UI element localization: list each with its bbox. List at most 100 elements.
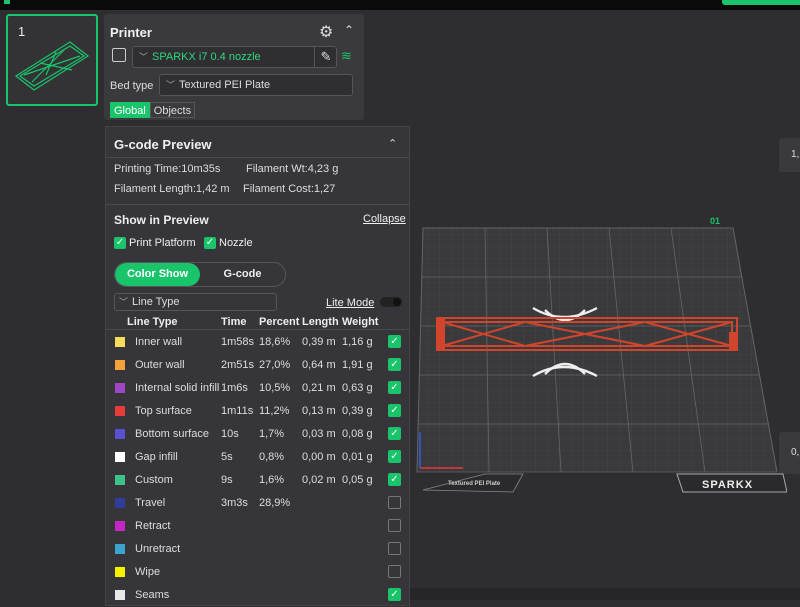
cell-length: 0,13 m xyxy=(302,405,336,417)
visibility-checkbox[interactable]: ✓ xyxy=(388,358,401,371)
printer-select[interactable]: ﹀ SPARKX i7 0.4 nozzle xyxy=(132,46,337,68)
color-swatch xyxy=(115,567,125,577)
color-swatch xyxy=(115,406,125,416)
app-logo xyxy=(4,0,10,4)
cell-name: Custom xyxy=(135,474,173,486)
visibility-checkbox[interactable] xyxy=(388,565,401,578)
cell-name: Seams xyxy=(135,589,170,601)
bed-type-value: Textured PEI Plate xyxy=(179,79,271,91)
print-platform-label: Print Platform xyxy=(129,237,196,249)
line-type-row: Travel 3m3s 28,9% xyxy=(106,492,409,515)
line-type-select[interactable]: ﹀ Line Type xyxy=(114,293,277,311)
bed-type-label: Bed type xyxy=(110,80,154,92)
header-line-type: Line Type xyxy=(127,316,178,328)
tab-global[interactable]: Global xyxy=(110,102,150,118)
color-swatch xyxy=(115,544,125,554)
gcode-title: G-code Preview xyxy=(114,137,212,152)
title-bar-accent[interactable] xyxy=(722,0,800,5)
line-type-row: Outer wall 2m51s 27,0% 0,64 m 1,91 g ✓ xyxy=(106,354,409,377)
cell-weight: 1,16 g xyxy=(342,336,373,348)
color-swatch xyxy=(115,360,125,370)
visibility-checkbox[interactable]: ✓ xyxy=(388,404,401,417)
cell-percent: 11,2% xyxy=(259,405,290,417)
plate-type-text: Textured PEI Plate xyxy=(448,481,501,487)
lite-mode-label: Lite Mode xyxy=(326,297,375,309)
tab-objects[interactable]: Objects xyxy=(149,102,196,118)
divider xyxy=(106,157,409,158)
printer-icon xyxy=(112,48,126,62)
header-percent: Percent xyxy=(259,316,300,328)
filament-length: Filament Length:1,42 m xyxy=(114,183,230,195)
line-type-row: Gap infill 5s 0,8% 0,00 m 0,01 g ✓ xyxy=(106,446,409,469)
right-tab-top-value: 1, xyxy=(791,149,800,160)
line-type-row: Top surface 1m11s 11,2% 0,13 m 0,39 g ✓ xyxy=(106,400,409,423)
cell-percent: 18,6% xyxy=(259,336,291,348)
cell-percent: 10,5% xyxy=(259,382,291,394)
visibility-checkbox[interactable]: ✓ xyxy=(388,335,401,348)
visibility-checkbox[interactable]: ✓ xyxy=(388,427,401,440)
color-show-button[interactable]: Color Show xyxy=(115,263,200,286)
collapse-up-icon[interactable]: ⌃ xyxy=(344,23,354,37)
cell-name: Retract xyxy=(135,520,171,532)
cell-name: Inner wall xyxy=(135,336,183,348)
cell-weight: 0,63 g xyxy=(342,382,373,394)
cell-time: 1m11s xyxy=(221,405,254,417)
build-plate-viewport[interactable]: 01 Textured PEI Plate SPARKX xyxy=(415,210,787,495)
brand-badge: SPARKX xyxy=(676,473,787,493)
color-swatch xyxy=(115,337,125,347)
color-swatch xyxy=(115,590,125,600)
lite-mode-toggle[interactable] xyxy=(380,297,402,307)
line-type-select-value: Line Type xyxy=(132,296,180,308)
print-platform-checkbox[interactable]: ✓ xyxy=(114,237,126,249)
visibility-checkbox[interactable]: ✓ xyxy=(388,381,401,394)
divider xyxy=(106,204,409,205)
cell-time: 9s xyxy=(221,474,233,486)
gear-icon[interactable]: ⚙ xyxy=(319,22,333,42)
bed-type-select[interactable]: ﹀ Textured PEI Plate xyxy=(159,74,353,96)
cell-weight: 1,91 g xyxy=(342,359,373,371)
right-tab-bottom-value: 0, xyxy=(791,447,800,458)
color-swatch xyxy=(115,498,125,508)
gcode-button[interactable]: G-code xyxy=(200,263,285,286)
plate-type-badge: Textured PEI Plate xyxy=(422,473,524,493)
gcode-preview-panel: G-code Preview ⌃ Printing Time:10m35s Fi… xyxy=(105,126,410,606)
plate-label: 01 xyxy=(710,216,720,226)
visibility-checkbox[interactable] xyxy=(388,542,401,555)
header-weight: Weight xyxy=(342,316,379,328)
title-bar xyxy=(0,0,800,10)
cell-time: 1m6s xyxy=(221,382,248,394)
line-type-row: Custom 9s 1,6% 0,02 m 0,05 g ✓ xyxy=(106,469,409,492)
plate-thumbnail[interactable]: 1 xyxy=(6,14,98,106)
brand-text: SPARKX xyxy=(702,479,753,491)
color-swatch xyxy=(115,475,125,485)
cell-percent: 28,9% xyxy=(259,497,291,509)
right-panel-tab-top[interactable]: 1, xyxy=(779,138,800,172)
cell-length: 0,21 m xyxy=(302,382,336,394)
visibility-checkbox[interactable]: ✓ xyxy=(388,450,401,463)
visibility-checkbox[interactable] xyxy=(388,496,401,509)
collapse-up-icon[interactable]: ⌃ xyxy=(388,137,397,150)
filament-weight: Filament Wt:4,23 g xyxy=(246,163,339,175)
visibility-checkbox[interactable] xyxy=(388,519,401,532)
color-swatch xyxy=(115,452,125,462)
color-swatch xyxy=(115,429,125,439)
cell-time: 3m3s xyxy=(221,497,248,509)
cell-weight: 0,05 g xyxy=(342,474,373,486)
nozzle-checkbox[interactable]: ✓ xyxy=(204,237,216,249)
cell-length: 0,02 m xyxy=(302,474,336,486)
visibility-checkbox[interactable]: ✓ xyxy=(388,588,401,601)
line-type-row: Unretract xyxy=(106,538,409,561)
header-time: Time xyxy=(221,316,247,328)
edit-pencil-icon[interactable]: ✎ xyxy=(314,47,337,67)
line-type-row: Seams ✓ xyxy=(106,584,409,607)
wifi-icon[interactable]: ≋ xyxy=(341,48,352,64)
visibility-checkbox[interactable]: ✓ xyxy=(388,473,401,486)
cell-name: Internal solid infill xyxy=(135,382,220,394)
nozzle-label: Nozzle xyxy=(219,237,253,249)
printing-time: Printing Time:10m35s xyxy=(114,163,221,175)
chevron-down-icon: ﹀ xyxy=(166,80,176,90)
cell-name: Outer wall xyxy=(135,359,185,371)
collapse-link[interactable]: Collapse xyxy=(363,213,406,225)
cell-length: 0,03 m xyxy=(302,428,336,440)
cell-weight: 0,08 g xyxy=(342,428,373,440)
